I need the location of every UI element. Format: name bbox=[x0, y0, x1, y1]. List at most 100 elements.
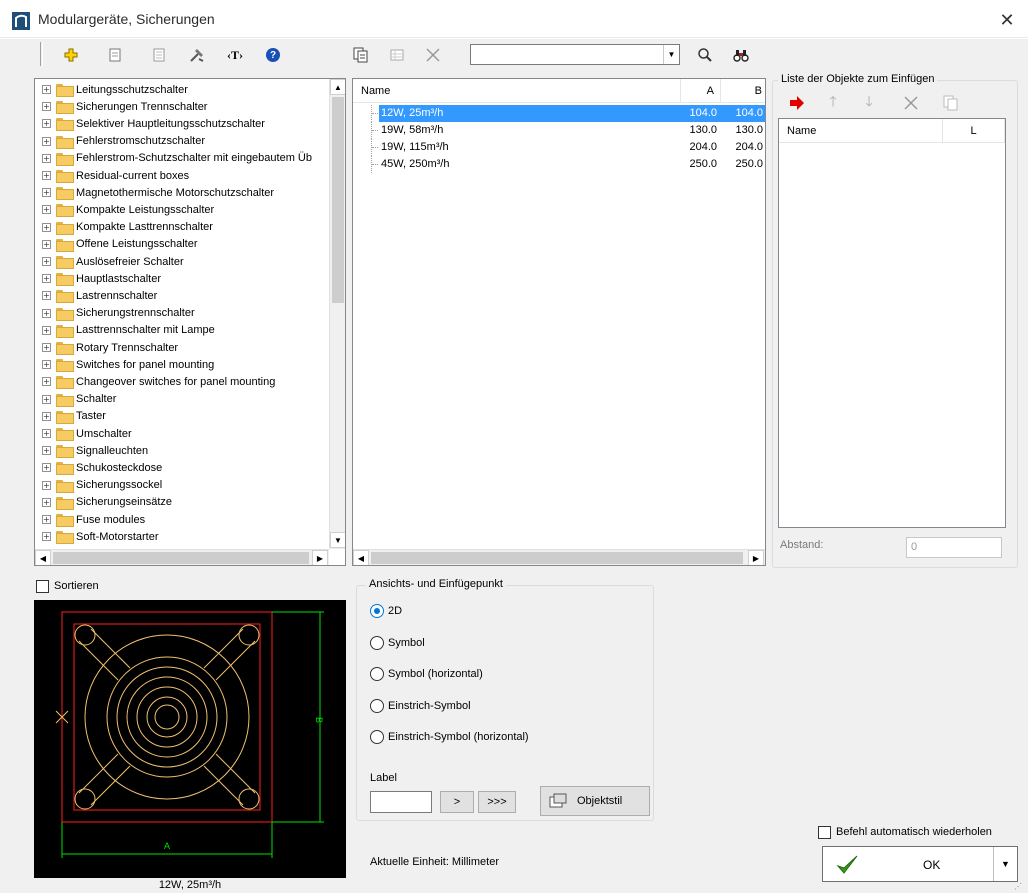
spacing-input[interactable]: 0 bbox=[906, 537, 1002, 558]
tree-item[interactable]: + Residual-current boxes bbox=[35, 167, 189, 184]
view-option[interactable]: Einstrich-Symbol bbox=[370, 698, 471, 713]
tree-item[interactable]: + Taster bbox=[35, 408, 106, 425]
delete-button[interactable] bbox=[422, 44, 444, 66]
properties-button[interactable] bbox=[104, 44, 126, 66]
expand-icon[interactable]: + bbox=[42, 497, 51, 507]
expand-icon[interactable]: + bbox=[42, 325, 51, 335]
tree-item[interactable]: + Changeover switches for panel mounting bbox=[35, 373, 275, 390]
search-input[interactable] bbox=[471, 45, 661, 64]
expand-icon[interactable]: + bbox=[42, 274, 51, 284]
tree-item[interactable]: + Hauptlastschalter bbox=[35, 270, 161, 287]
next-label-button[interactable]: > bbox=[440, 791, 474, 813]
view-option[interactable]: Symbol bbox=[370, 635, 425, 650]
radio-button[interactable] bbox=[370, 698, 384, 713]
scroll-left-icon[interactable]: ◀ bbox=[35, 550, 51, 565]
move-down-button[interactable]: 🡓 bbox=[858, 92, 880, 114]
column-header-name[interactable]: Name bbox=[353, 79, 681, 103]
product-list[interactable]: Name A B 12W, 25m³/h 104.0 104.0 19W, 58m³/… bbox=[352, 78, 766, 566]
expand-icon[interactable]: + bbox=[42, 532, 51, 542]
expand-icon[interactable]: + bbox=[42, 360, 51, 370]
insert-list[interactable]: Name L bbox=[778, 118, 1006, 528]
radio-button[interactable] bbox=[370, 604, 384, 618]
tree-item[interactable]: + Umschalter bbox=[35, 425, 132, 442]
tree-item[interactable]: + Auslösefreier Schalter bbox=[35, 253, 184, 270]
close-button[interactable]: ✕ bbox=[996, 10, 1018, 30]
tree-item[interactable]: + Soft-Motorstarter bbox=[35, 528, 159, 545]
ok-button[interactable]: OK ▼ bbox=[822, 846, 1018, 882]
expand-icon[interactable]: + bbox=[42, 308, 51, 318]
expand-icon[interactable]: + bbox=[42, 153, 51, 163]
scroll-down-icon[interactable]: ▼ bbox=[330, 532, 345, 548]
expand-icon[interactable]: + bbox=[42, 411, 51, 421]
view-option[interactable]: Symbol (horizontal) bbox=[370, 667, 483, 681]
expand-icon[interactable]: + bbox=[42, 239, 51, 249]
ok-dropdown-button[interactable]: ▼ bbox=[993, 847, 1017, 881]
search-button[interactable] bbox=[694, 44, 716, 66]
tree-hscroll-thumb[interactable] bbox=[53, 552, 309, 564]
view-option[interactable]: 2D bbox=[370, 604, 402, 618]
tree-item[interactable]: + Offene Leistungsschalter bbox=[35, 236, 197, 253]
search-dropdown-button[interactable]: ▼ bbox=[663, 45, 679, 64]
add-button[interactable] bbox=[60, 44, 82, 66]
expand-icon[interactable]: + bbox=[42, 291, 51, 301]
expand-icon[interactable]: + bbox=[42, 136, 51, 146]
scroll-right-icon[interactable]: ▶ bbox=[748, 550, 764, 565]
radio-button[interactable] bbox=[370, 730, 384, 744]
tree-item[interactable]: + Signalleuchten bbox=[35, 442, 148, 459]
expand-icon[interactable]: + bbox=[42, 377, 51, 387]
document-button[interactable] bbox=[148, 44, 170, 66]
grid-button[interactable] bbox=[386, 44, 408, 66]
category-tree[interactable]: + Leitungsschutzschalter + Sicherungen Tren… bbox=[34, 78, 346, 566]
tree-item[interactable]: + Sicherungssockel bbox=[35, 477, 162, 494]
scroll-up-icon[interactable]: ▲ bbox=[330, 79, 345, 95]
table-row[interactable]: 19W, 58m³/h 130.0 130.0 bbox=[353, 122, 763, 139]
expand-icon[interactable]: + bbox=[42, 85, 51, 95]
table-row[interactable]: 45W, 250m³/h 250.0 250.0 bbox=[353, 156, 763, 173]
tree-item[interactable]: + Rotary Trennschalter bbox=[35, 339, 178, 356]
next-all-label-button[interactable]: >>> bbox=[478, 791, 516, 813]
expand-icon[interactable]: + bbox=[42, 463, 51, 473]
tree-item[interactable]: + Sicherungstrennschalter bbox=[35, 305, 195, 322]
insert-arrow-button[interactable] bbox=[786, 92, 808, 114]
tree-vertical-scrollbar[interactable]: ▲ ▼ bbox=[329, 79, 345, 549]
tree-item[interactable]: + Schukosteckdose bbox=[35, 459, 162, 476]
object-style-button[interactable]: Objektstil bbox=[540, 786, 650, 816]
insert-column-name[interactable]: Name bbox=[779, 119, 943, 143]
copy-insert-button[interactable] bbox=[940, 92, 962, 114]
repeat-checkbox[interactable] bbox=[818, 826, 831, 839]
expand-icon[interactable]: + bbox=[42, 257, 51, 267]
list-horizontal-scrollbar[interactable]: ◀ ▶ bbox=[353, 549, 765, 565]
copy-button[interactable] bbox=[350, 44, 372, 66]
label-input[interactable] bbox=[370, 791, 432, 813]
expand-icon[interactable]: + bbox=[42, 188, 51, 198]
expand-icon[interactable]: + bbox=[42, 343, 51, 353]
expand-icon[interactable]: + bbox=[42, 222, 51, 232]
expand-icon[interactable]: + bbox=[42, 515, 51, 525]
find-button[interactable] bbox=[730, 44, 752, 66]
expand-icon[interactable]: + bbox=[42, 480, 51, 490]
sort-checkbox[interactable] bbox=[36, 580, 49, 593]
expand-icon[interactable]: + bbox=[42, 102, 51, 112]
tree-item[interactable]: + Fehlerstromschutzschalter bbox=[35, 133, 205, 150]
tree-item[interactable]: + Magnetothermische Motorschutzschalter bbox=[35, 184, 274, 201]
expand-icon[interactable]: + bbox=[42, 446, 51, 456]
remove-button[interactable] bbox=[900, 92, 922, 114]
help-button[interactable]: ? bbox=[262, 44, 284, 66]
view-option[interactable]: Einstrich-Symbol (horizontal) bbox=[370, 730, 529, 744]
tree-item[interactable]: + Leitungsschutzschalter bbox=[35, 81, 188, 98]
tree-item[interactable]: + Fehlerstrom-Schutzschalter mit eingebau… bbox=[35, 150, 312, 167]
search-combo[interactable]: ▼ bbox=[470, 44, 680, 65]
column-header-a[interactable]: A bbox=[681, 79, 721, 103]
expand-icon[interactable]: + bbox=[42, 429, 51, 439]
tree-item[interactable]: + Lasttrennschalter mit Lampe bbox=[35, 322, 215, 339]
tree-item[interactable]: + Switches for panel mounting bbox=[35, 356, 214, 373]
tree-item[interactable]: + Sicherungen Trennschalter bbox=[35, 98, 207, 115]
expand-icon[interactable]: + bbox=[42, 119, 51, 129]
radio-button[interactable] bbox=[370, 667, 384, 681]
tree-item[interactable]: + Selektiver Hauptleitungsschutzschalter bbox=[35, 115, 265, 132]
expand-icon[interactable]: + bbox=[42, 171, 51, 181]
scroll-left-icon[interactable]: ◀ bbox=[353, 550, 369, 565]
tools-button[interactable] bbox=[186, 44, 208, 66]
tree-item[interactable]: + Fuse modules bbox=[35, 511, 145, 528]
scroll-right-icon[interactable]: ▶ bbox=[312, 550, 328, 565]
